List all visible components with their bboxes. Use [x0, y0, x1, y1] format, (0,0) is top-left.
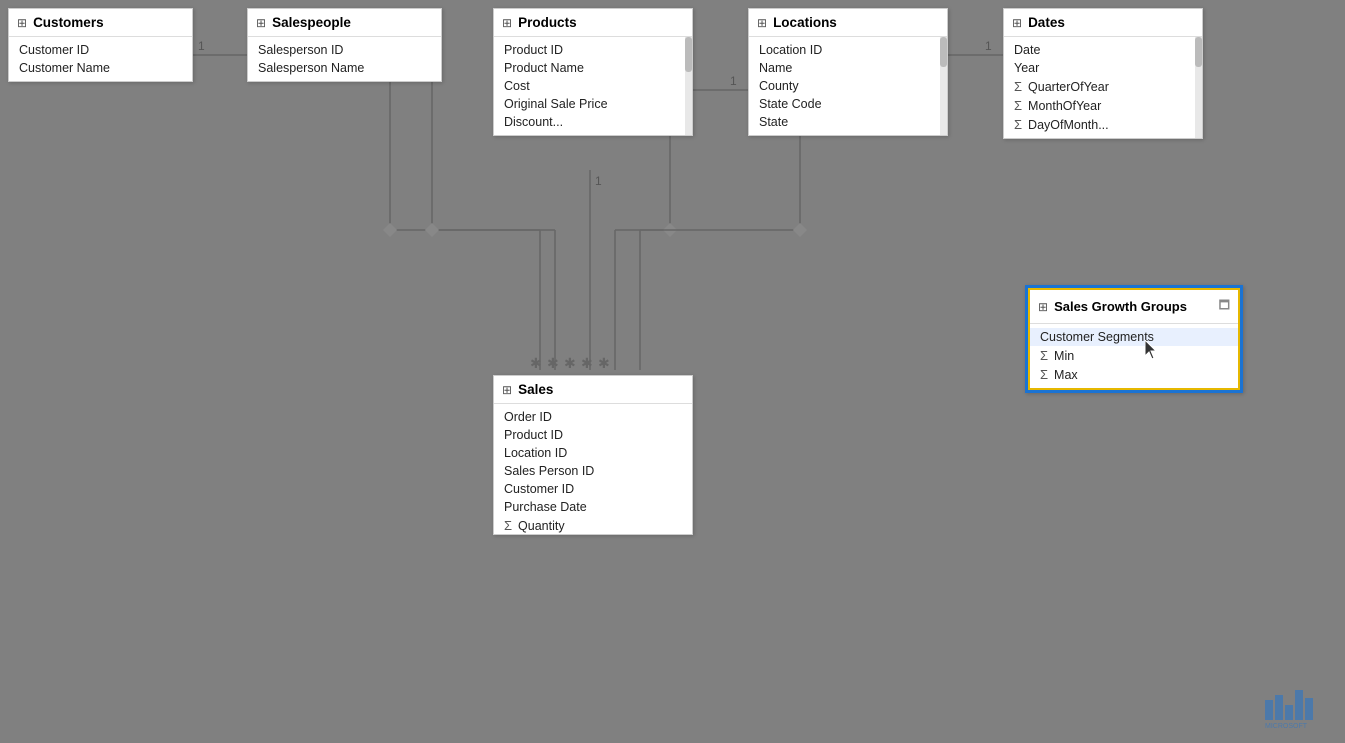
sales-growth-groups-table[interactable]: ⊞ Sales Growth Groups 🗖 Customer Segment…: [1025, 285, 1243, 393]
field-salesperson-name: Salesperson Name: [248, 59, 441, 77]
field-purchase-date: Purchase Date: [494, 498, 692, 516]
svg-text:✱: ✱: [598, 355, 610, 371]
field-date: Date: [1004, 41, 1202, 59]
field-product-id-fk: Product ID: [494, 426, 692, 444]
table-icon: ⊞: [1038, 300, 1048, 314]
svg-text:1: 1: [730, 74, 737, 88]
dates-header: ⊞ Dates: [1004, 9, 1202, 37]
locations-body: Location ID Name County State Code State: [749, 37, 947, 135]
field-day-of-month: Σ DayOfMonth...: [1004, 115, 1202, 134]
products-body: Product ID Product Name Cost Original Sa…: [494, 37, 692, 135]
sales-table[interactable]: ⊞ Sales Order ID Product ID Location ID …: [493, 375, 693, 535]
field-customer-id: Customer ID: [9, 41, 192, 59]
salespeople-table[interactable]: ⊞ Salespeople Salesperson ID Salesperson…: [247, 8, 442, 82]
table-icon: ⊞: [17, 16, 27, 30]
field-county: County: [749, 77, 947, 95]
dates-title: Dates: [1028, 15, 1065, 30]
field-sales-person-id: Sales Person ID: [494, 462, 692, 480]
sales-growth-header: ⊞ Sales Growth Groups 🗖: [1030, 290, 1238, 324]
customers-table[interactable]: ⊞ Customers Customer ID Customer Name: [8, 8, 193, 82]
field-month-of-year: Σ MonthOfYear: [1004, 96, 1202, 115]
dates-body: Date Year Σ QuarterOfYear Σ MonthOfYear …: [1004, 37, 1202, 138]
svg-text:✱: ✱: [547, 355, 559, 371]
sales-growth-body: Customer Segments Σ Min Σ Max: [1030, 324, 1238, 388]
field-product-name: Product Name: [494, 59, 692, 77]
salespeople-header: ⊞ Salespeople: [248, 9, 441, 37]
locations-title: Locations: [773, 15, 837, 30]
svg-text:MICROSOFT: MICROSOFT: [1265, 723, 1308, 730]
sales-growth-title: Sales Growth Groups: [1054, 299, 1187, 314]
field-min: Σ Min: [1030, 346, 1238, 365]
table-icon: ⊞: [757, 16, 767, 30]
customers-header: ⊞ Customers: [9, 9, 192, 37]
customers-body: Customer ID Customer Name: [9, 37, 192, 81]
field-state-code: State Code: [749, 95, 947, 113]
field-state: State: [749, 113, 947, 131]
field-discount: Discount...: [494, 113, 692, 131]
sales-body: Order ID Product ID Location ID Sales Pe…: [494, 404, 692, 534]
svg-text:✱: ✱: [564, 355, 576, 371]
field-quantity: Σ Quantity: [494, 516, 692, 534]
svg-text:1: 1: [198, 39, 205, 53]
field-quarter-of-year: Σ QuarterOfYear: [1004, 77, 1202, 96]
products-header: ⊞ Products: [494, 9, 692, 37]
locations-header: ⊞ Locations: [749, 9, 947, 37]
diagram-canvas: 1 1 1 1 1 ✱ ✱ ✱ ✱ ✱: [0, 0, 1345, 743]
field-name: Name: [749, 59, 947, 77]
svg-text:✱: ✱: [530, 355, 542, 371]
field-location-id: Location ID: [749, 41, 947, 59]
field-customer-name: Customer Name: [9, 59, 192, 77]
svg-text:1: 1: [985, 39, 992, 53]
collapse-icon[interactable]: 🗖: [1219, 296, 1230, 317]
svg-text:1: 1: [595, 174, 602, 188]
sales-title: Sales: [518, 382, 553, 397]
table-icon: ⊞: [502, 16, 512, 30]
products-title: Products: [518, 15, 577, 30]
table-icon: ⊞: [1012, 16, 1022, 30]
field-salesperson-id: Salesperson ID: [248, 41, 441, 59]
salespeople-title: Salespeople: [272, 15, 351, 30]
field-customer-segments: Customer Segments: [1030, 328, 1238, 346]
locations-table[interactable]: ⊞ Locations Location ID Name County Stat…: [748, 8, 948, 136]
watermark: MICROSOFT: [1265, 690, 1335, 733]
customers-title: Customers: [33, 15, 104, 30]
field-cost: Cost: [494, 77, 692, 95]
field-location-id-fk: Location ID: [494, 444, 692, 462]
field-max: Σ Max: [1030, 365, 1238, 384]
dates-table[interactable]: ⊞ Dates Date Year Σ QuarterOfYear Σ Mont…: [1003, 8, 1203, 139]
salespeople-body: Salesperson ID Salesperson Name: [248, 37, 441, 81]
table-icon: ⊞: [256, 16, 266, 30]
sales-header: ⊞ Sales: [494, 376, 692, 404]
svg-text:✱: ✱: [581, 355, 593, 371]
field-original-sale-price: Original Sale Price: [494, 95, 692, 113]
field-product-id: Product ID: [494, 41, 692, 59]
field-customer-id-fk: Customer ID: [494, 480, 692, 498]
field-year: Year: [1004, 59, 1202, 77]
table-icon: ⊞: [502, 383, 512, 397]
field-order-id: Order ID: [494, 408, 692, 426]
products-table[interactable]: ⊞ Products Product ID Product Name Cost …: [493, 8, 693, 136]
